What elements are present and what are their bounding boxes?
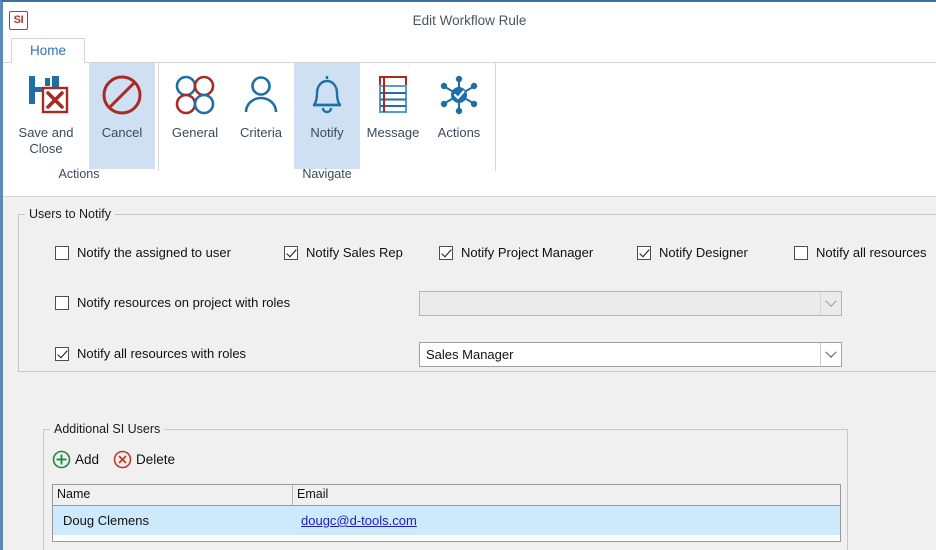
checkbox-box[interactable] xyxy=(284,245,298,260)
actions-button[interactable]: Actions xyxy=(426,63,492,169)
additional-si-users-grid: Name Email Doug Clemens dougc@d-tools.co… xyxy=(52,484,841,542)
add-label: Add xyxy=(75,452,100,467)
cancel-icon xyxy=(99,69,145,121)
checkbox-box[interactable] xyxy=(55,245,69,260)
tab-home[interactable]: Home xyxy=(11,38,85,63)
notify-button[interactable]: Notify xyxy=(294,63,360,169)
checkbox-box[interactable] xyxy=(637,245,651,260)
checkbox-label: Notify resources on project with roles xyxy=(77,295,291,310)
cell-email[interactable]: dougc@d-tools.com xyxy=(293,513,840,528)
notify-label: Notify xyxy=(310,125,344,140)
users-to-notify-group: Users to Notify Notify the assigned to u… xyxy=(18,207,936,372)
grid-toolbar: Add Delete xyxy=(52,450,175,469)
chevron-down-icon[interactable] xyxy=(820,292,841,315)
window-title: Edit Workflow Rule xyxy=(412,12,527,28)
cell-name: Doug Clemens xyxy=(63,513,149,528)
message-table-icon xyxy=(370,69,416,121)
checkbox-notify-assigned-user[interactable]: Notify the assigned to user xyxy=(55,245,231,260)
general-circles-icon xyxy=(172,69,218,121)
checkbox-notify-project-manager[interactable]: Notify Project Manager xyxy=(439,245,593,260)
additional-si-users-group: Additional SI Users Add Delete Name Emai… xyxy=(43,422,848,550)
checkbox-label: Notify Project Manager xyxy=(461,245,594,260)
column-header-email[interactable]: Email xyxy=(293,485,840,506)
grid-empty-area xyxy=(53,535,840,541)
save-and-close-button[interactable]: Save and Close xyxy=(3,63,89,169)
table-row[interactable]: Doug Clemens dougc@d-tools.com xyxy=(53,506,840,535)
ribbon-group-actions-label: Actions xyxy=(58,167,100,181)
ribbon-group-navigate-label: Navigate xyxy=(302,167,352,181)
checkbox-box[interactable] xyxy=(55,346,69,361)
ribbon-toolbar: Save and Close Cancel Actions General Cr… xyxy=(3,62,936,197)
checkbox-box[interactable] xyxy=(55,295,69,310)
checkbox-label: Notify all resources with roles xyxy=(77,346,247,361)
checkbox-notify-sales-rep[interactable]: Notify Sales Rep xyxy=(284,245,403,260)
save-and-close-label: Save and Close xyxy=(18,125,74,156)
ribbon-separator-2 xyxy=(495,63,496,171)
cancel-label: Cancel xyxy=(101,125,143,140)
actions-label: Actions xyxy=(437,125,481,140)
message-label: Message xyxy=(366,125,420,140)
save-and-close-icon xyxy=(21,69,71,121)
ribbon-group-navigate: General Criteria Notify Message Actions … xyxy=(162,63,492,196)
checkbox-box[interactable] xyxy=(439,245,453,260)
all-roles-dropdown-value: Sales Manager xyxy=(426,347,514,362)
checkbox-label: Notify the assigned to user xyxy=(77,245,231,260)
grid-header-row: Name Email xyxy=(53,485,840,506)
users-to-notify-legend: Users to Notify xyxy=(29,207,111,221)
title-bar: SI Edit Workflow Rule xyxy=(3,2,936,38)
delete-label: Delete xyxy=(136,452,176,467)
ribbon-group-actions: Save and Close Cancel Actions xyxy=(3,63,155,196)
checkbox-notify-resources-on-project-with-roles[interactable]: Notify resources on project with roles xyxy=(55,295,290,310)
additional-si-users-legend: Additional SI Users xyxy=(54,422,161,436)
checkbox-notify-all-resources-with-roles[interactable]: Notify all resources with roles xyxy=(55,346,246,361)
edit-workflow-rule-window: SI Edit Workflow Rule Home Save and Clos… xyxy=(0,0,936,550)
notify-bell-icon xyxy=(304,69,350,121)
checkbox-label: Notify all resources xyxy=(816,245,927,260)
criteria-person-icon xyxy=(238,69,284,121)
criteria-button[interactable]: Criteria xyxy=(228,63,294,169)
checkbox-box[interactable] xyxy=(794,245,808,260)
project-roles-dropdown[interactable] xyxy=(419,291,842,316)
checkbox-label: Notify Sales Rep xyxy=(306,245,403,260)
message-button[interactable]: Message xyxy=(360,63,426,169)
criteria-label: Criteria xyxy=(240,125,282,140)
delete-button[interactable]: Delete xyxy=(113,450,175,469)
checkbox-notify-designer[interactable]: Notify Designer xyxy=(637,245,748,260)
cancel-button[interactable]: Cancel xyxy=(89,63,155,169)
general-button[interactable]: General xyxy=(162,63,228,169)
delete-x-icon xyxy=(113,450,132,469)
column-header-name[interactable]: Name xyxy=(53,485,293,506)
add-button[interactable]: Add xyxy=(52,450,99,469)
email-link[interactable]: dougc@d-tools.com xyxy=(301,513,417,528)
checkbox-notify-all-resources[interactable]: Notify all resources xyxy=(794,245,927,260)
ribbon-separator-1 xyxy=(158,63,159,171)
general-label: General xyxy=(171,125,219,140)
chevron-down-icon[interactable] xyxy=(820,343,841,366)
ribbon-tab-strip: Home xyxy=(3,38,936,63)
checkbox-label: Notify Designer xyxy=(659,245,748,260)
add-plus-icon xyxy=(52,450,71,469)
form-body: Users to Notify Notify the assigned to u… xyxy=(3,197,936,550)
actions-network-icon xyxy=(436,69,482,121)
all-roles-dropdown[interactable]: Sales Manager xyxy=(419,342,842,367)
